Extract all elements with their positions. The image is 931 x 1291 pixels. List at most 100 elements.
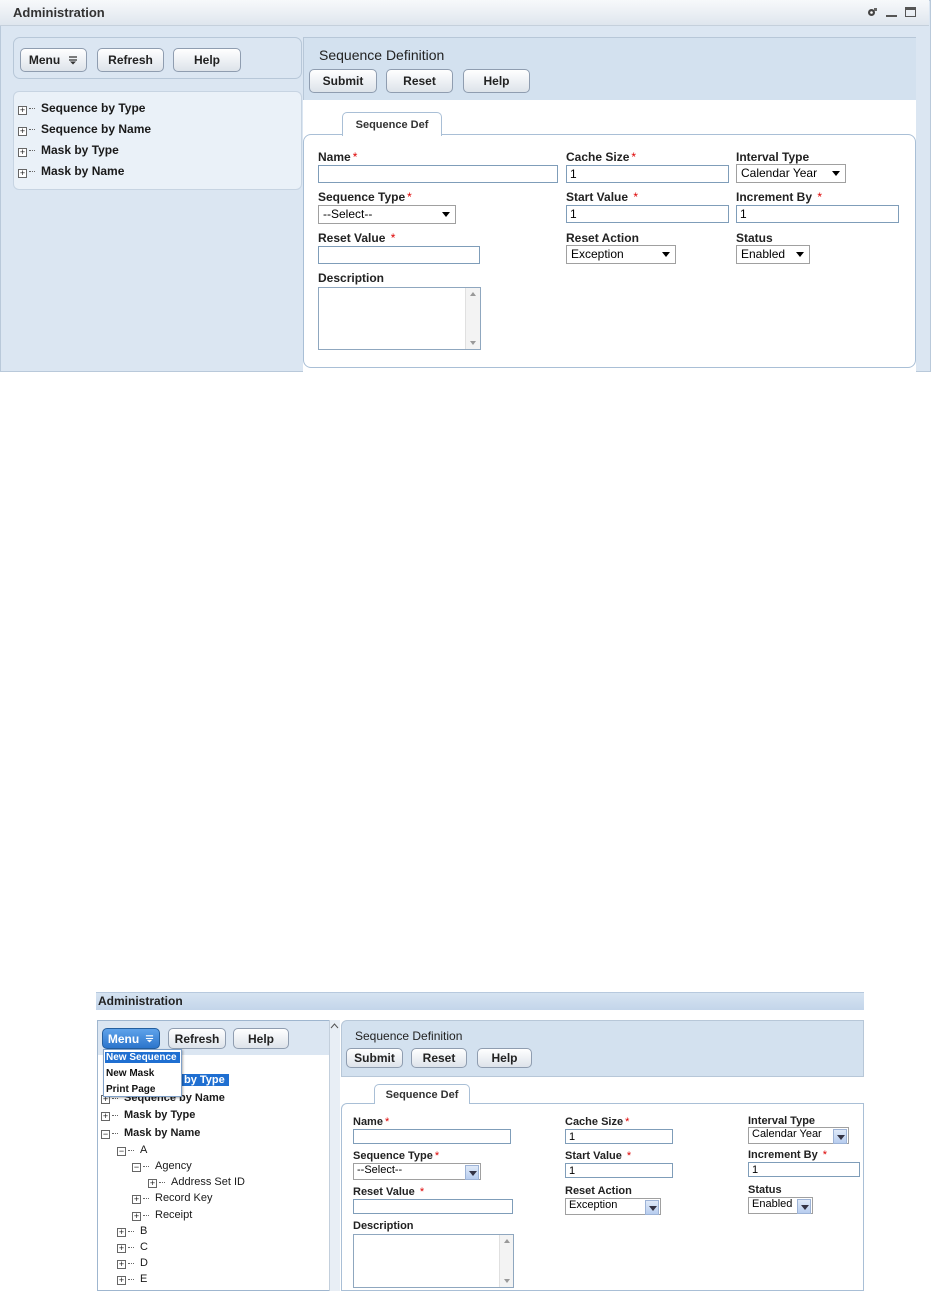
interval-type-select[interactable]: Calendar Year: [736, 164, 846, 183]
maximize-icon[interactable]: [905, 7, 916, 18]
tree-item-mask-by-name[interactable]: + Mask by Name: [18, 164, 124, 178]
chevron-down-icon[interactable]: [797, 1199, 811, 1214]
menu-item-new-sequence[interactable]: New Sequence: [105, 1052, 180, 1063]
second-name-field[interactable]: [353, 1129, 511, 1144]
second-sequence-type-label: Sequence Type *: [353, 1150, 440, 1162]
expand-icon[interactable]: +: [18, 169, 27, 178]
menu-dropdown-icon: [69, 56, 78, 65]
window-titlebar: Administration: [0, 0, 929, 26]
second-interval-type-value: Calendar Year: [752, 1128, 822, 1140]
scroll-up-icon[interactable]: [504, 1239, 510, 1243]
sequence-type-select[interactable]: --Select--: [318, 205, 456, 224]
tree-item-label: Mask by Name: [124, 1127, 201, 1139]
status-value: Enabled: [741, 247, 786, 261]
second-help-button-main[interactable]: Help: [477, 1048, 532, 1068]
tree-item-label: B: [140, 1225, 148, 1237]
chevron-down-icon[interactable]: [465, 1165, 479, 1180]
expand-icon[interactable]: +: [148, 1179, 157, 1188]
reset-value-label: Reset Value *: [318, 231, 396, 245]
collapse-icon[interactable]: −: [132, 1163, 141, 1172]
second-interval-type-select[interactable]: Calendar Year: [748, 1127, 849, 1144]
second-tree-item-b[interactable]: + B: [117, 1225, 147, 1237]
expand-icon[interactable]: +: [101, 1112, 110, 1121]
expand-icon[interactable]: +: [18, 106, 27, 115]
scroll-up-icon[interactable]: [330, 1022, 339, 1030]
interval-type-label: Interval Type: [736, 150, 810, 164]
textarea-scrollbar[interactable]: [465, 288, 480, 349]
increment-by-field[interactable]: [736, 205, 899, 223]
reset-action-label: Reset Action: [566, 231, 639, 245]
collapse-icon[interactable]: −: [117, 1147, 126, 1156]
second-reset-button[interactable]: Reset: [411, 1048, 467, 1068]
second-name-label: Name *: [353, 1116, 390, 1128]
second-tree-item-sequence-by-type[interactable]: by Type: [180, 1074, 229, 1086]
tree-item-label: E: [140, 1273, 148, 1285]
second-status-select[interactable]: Enabled: [748, 1197, 813, 1214]
second-tree-item-d[interactable]: + D: [117, 1257, 148, 1269]
reset-action-select[interactable]: Exception: [566, 245, 676, 264]
expand-icon[interactable]: +: [117, 1228, 126, 1237]
name-field[interactable]: [318, 165, 558, 183]
scroll-down-icon[interactable]: [504, 1279, 510, 1283]
second-tree-item-c[interactable]: + C: [117, 1241, 148, 1253]
second-reset-value-field[interactable]: [353, 1199, 513, 1214]
second-tree-item-agency[interactable]: − Agency: [132, 1160, 192, 1172]
tab-sequence-def[interactable]: Sequence Def: [342, 112, 442, 136]
status-select[interactable]: Enabled: [736, 245, 810, 264]
menu-dropdown: New Sequence New Mask Print Page: [103, 1049, 182, 1097]
chevron-down-icon[interactable]: [645, 1200, 659, 1215]
second-left-scrollbar[interactable]: [329, 1020, 340, 1291]
refresh-button[interactable]: Refresh: [97, 48, 164, 72]
second-tree-item-receipt[interactable]: + Receipt: [132, 1209, 192, 1221]
second-tree-item-mask-by-type[interactable]: + Mask by Type: [101, 1109, 195, 1121]
expand-icon[interactable]: +: [18, 127, 27, 136]
second-increment-by-field[interactable]: [748, 1162, 860, 1177]
second-cache-size-field[interactable]: [565, 1129, 673, 1144]
expand-icon[interactable]: +: [117, 1260, 126, 1269]
reset-button[interactable]: Reset: [386, 69, 453, 93]
second-view-titlebar: Administration: [96, 992, 864, 1010]
second-refresh-button[interactable]: Refresh: [168, 1028, 226, 1049]
tree-item-label: D: [140, 1257, 148, 1269]
main-help-button[interactable]: Help: [463, 69, 530, 93]
second-tab-sequence-def[interactable]: Sequence Def: [374, 1084, 470, 1104]
second-sequence-type-select[interactable]: --Select--: [353, 1163, 481, 1180]
second-tree-item-record-key[interactable]: + Record Key: [132, 1192, 212, 1204]
chevron-down-icon[interactable]: [833, 1129, 847, 1144]
menu-item-print-page[interactable]: Print Page: [106, 1084, 155, 1095]
second-submit-button[interactable]: Submit: [346, 1048, 403, 1068]
scroll-up-icon[interactable]: [470, 292, 476, 296]
reset-value-field[interactable]: [318, 246, 480, 264]
expand-icon[interactable]: +: [132, 1212, 141, 1221]
textarea-scrollbar[interactable]: [499, 1235, 513, 1287]
menu-button[interactable]: Menu: [20, 48, 87, 72]
second-help-button[interactable]: Help: [233, 1028, 289, 1049]
tree-item-label: Mask by Name: [41, 164, 125, 178]
tree-item-sequence-by-name[interactable]: + Sequence by Name: [18, 122, 151, 136]
tree-item-mask-by-type[interactable]: + Mask by Type: [18, 143, 119, 157]
second-menu-button[interactable]: Menu: [102, 1028, 160, 1049]
gear-icon[interactable]: [867, 7, 878, 18]
help-button[interactable]: Help: [173, 48, 241, 72]
second-tree-item-address-set-id[interactable]: + Address Set ID: [148, 1176, 245, 1188]
second-start-value-field[interactable]: [565, 1163, 673, 1178]
cache-size-field[interactable]: [566, 165, 729, 183]
minimize-icon[interactable]: [886, 7, 897, 18]
expand-icon[interactable]: +: [117, 1276, 126, 1285]
second-reset-action-select[interactable]: Exception: [565, 1198, 661, 1215]
expand-icon[interactable]: +: [132, 1195, 141, 1204]
second-tree-item-e[interactable]: + E: [117, 1273, 147, 1285]
description-textarea[interactable]: [318, 287, 481, 350]
scroll-down-icon[interactable]: [470, 341, 476, 345]
start-value-field[interactable]: [566, 205, 729, 223]
collapse-icon[interactable]: −: [101, 1130, 110, 1139]
tree-item-label: Sequence by Type: [41, 101, 146, 115]
menu-item-new-mask[interactable]: New Mask: [106, 1068, 154, 1079]
expand-icon[interactable]: +: [18, 148, 27, 157]
second-description-textarea[interactable]: [353, 1234, 514, 1288]
expand-icon[interactable]: +: [117, 1244, 126, 1253]
submit-button[interactable]: Submit: [309, 69, 377, 93]
second-tree-item-mask-by-name[interactable]: − Mask by Name: [101, 1127, 200, 1139]
tree-item-sequence-by-type[interactable]: + Sequence by Type: [18, 101, 145, 115]
second-tree-item-a[interactable]: − A: [117, 1144, 147, 1156]
